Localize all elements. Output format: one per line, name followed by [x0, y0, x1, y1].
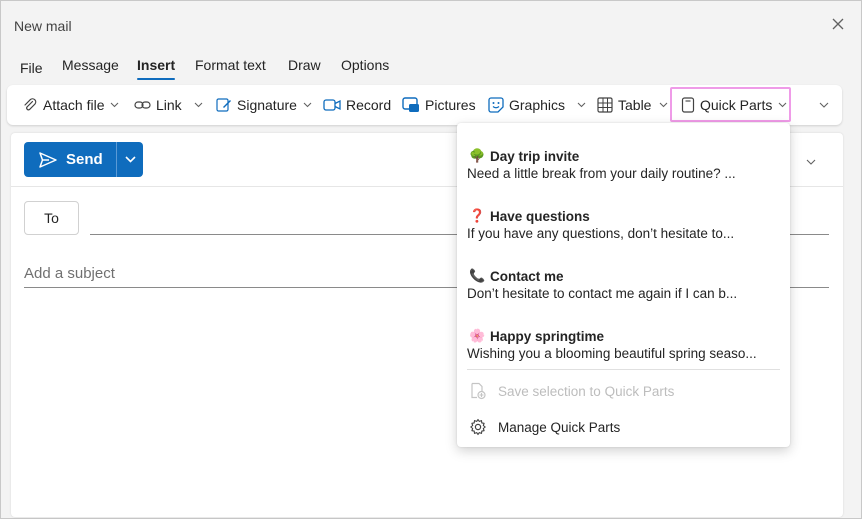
close-icon[interactable] — [829, 15, 847, 33]
chevron-down-icon — [303, 102, 312, 108]
blossom-icon: 🌸 — [469, 328, 486, 343]
window-title: New mail — [14, 18, 72, 34]
table-label: Table — [618, 97, 652, 113]
quick-parts-menu: 🌳 Day trip invite Need a little break fro… — [457, 123, 790, 447]
attach-file-label: Attach file — [43, 97, 105, 113]
picture-icon — [402, 97, 419, 112]
tab-message[interactable]: Message — [62, 57, 119, 73]
send-icon — [39, 151, 57, 168]
pictures-button[interactable]: Pictures — [402, 93, 476, 117]
chevron-down-icon — [819, 102, 829, 108]
document-add-icon — [471, 382, 486, 400]
active-tab-indicator — [137, 78, 175, 80]
tree-icon: 🌳 — [469, 148, 486, 163]
quick-part-preview: Don’t hesitate to contact me again if I … — [467, 286, 738, 301]
chevron-down-icon — [111, 102, 119, 108]
quick-part-item[interactable]: 🌳 Day trip invite Need a little break fro… — [457, 129, 790, 183]
record-button[interactable]: Record — [323, 93, 391, 117]
signature-button[interactable]: Signature — [216, 93, 317, 117]
header-expand-button[interactable] — [806, 153, 816, 169]
graphics-button[interactable]: Graphics — [488, 93, 591, 117]
menu-tabs: File Message Insert Format text Draw Opt… — [1, 49, 861, 81]
table-button[interactable]: Table — [597, 93, 673, 117]
menu-divider — [467, 369, 780, 370]
signature-icon — [216, 98, 231, 112]
chevron-down-icon — [806, 159, 816, 165]
insert-ribbon: Attach file Link Signature Record Pictur… — [7, 85, 842, 125]
quick-part-item[interactable]: ❓ Have questions If you have any question… — [457, 189, 790, 243]
tab-format-text[interactable]: Format text — [195, 57, 266, 73]
save-selection-to-quick-parts-item[interactable]: Save selection to Quick Parts — [469, 380, 674, 402]
quick-part-item[interactable]: 🌸 Happy springtime Wishing you a blooming… — [457, 309, 790, 363]
new-mail-window: New mail File Message Insert Format text… — [0, 0, 862, 519]
quick-parts-button[interactable]: Quick Parts — [681, 93, 792, 117]
tab-insert[interactable]: Insert — [137, 57, 175, 73]
chevron-down-icon — [660, 102, 668, 108]
save-selection-label: Save selection to Quick Parts — [498, 383, 675, 399]
quick-part-title: Have questions — [490, 208, 590, 224]
tab-draw[interactable]: Draw — [288, 57, 321, 73]
quick-part-preview: If you have any questions, don’t hesitat… — [467, 226, 735, 241]
to-button[interactable]: To — [24, 201, 79, 235]
video-camera-icon — [323, 99, 341, 111]
manage-quick-parts-label: Manage Quick Parts — [498, 419, 621, 435]
tab-file[interactable]: File — [20, 60, 43, 76]
paperclip-icon — [24, 98, 37, 111]
send-options-button[interactable] — [117, 142, 143, 177]
table-icon — [597, 97, 613, 113]
link-button[interactable]: Link — [134, 93, 208, 117]
signature-label: Signature — [237, 97, 297, 113]
sticker-icon — [488, 97, 504, 113]
gear-icon — [470, 418, 486, 436]
pictures-label: Pictures — [425, 97, 476, 113]
send-split-button: Send — [24, 142, 143, 177]
quick-parts-label: Quick Parts — [700, 97, 773, 113]
send-label: Send — [66, 151, 103, 168]
link-label: Link — [156, 97, 182, 113]
chevron-down-icon — [124, 156, 136, 163]
record-label: Record — [346, 97, 392, 113]
graphics-label: Graphics — [509, 97, 566, 113]
quick-part-title: Contact me — [490, 268, 564, 284]
chevron-down-icon — [577, 102, 586, 108]
phone-icon: 📞 — [469, 268, 486, 283]
quick-part-title: Day trip invite — [490, 148, 580, 164]
question-icon: ❓ — [469, 208, 486, 223]
title-bar: New mail — [1, 1, 861, 49]
quick-part-preview: Need a little break from your daily rout… — [467, 166, 736, 181]
quick-parts-icon — [681, 97, 695, 113]
manage-quick-parts-item[interactable]: Manage Quick Parts — [469, 416, 620, 438]
quick-part-title: Happy springtime — [490, 328, 605, 344]
quick-part-item[interactable]: 📞 Contact me Don’t hesitate to contact me… — [457, 249, 790, 303]
chevron-down-icon — [778, 102, 787, 108]
attach-file-button[interactable]: Attach file — [22, 93, 124, 117]
tab-options[interactable]: Options — [341, 57, 389, 73]
ribbon-overflow-button[interactable] — [819, 93, 834, 117]
link-icon — [134, 101, 151, 109]
send-button[interactable]: Send — [24, 142, 116, 177]
chevron-down-icon — [194, 102, 203, 108]
quick-part-preview: Wishing you a blooming beautiful spring … — [467, 346, 757, 361]
